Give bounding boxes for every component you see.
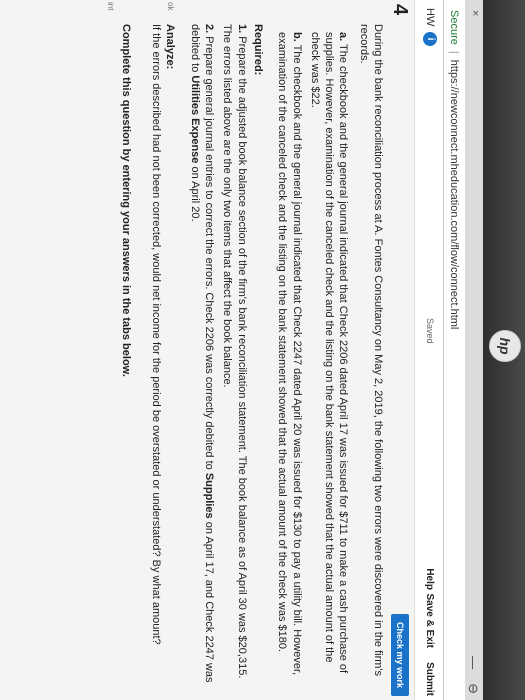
- check-my-work-button[interactable]: Check my work: [391, 613, 409, 696]
- url-separator: |: [448, 50, 461, 54]
- submit-button[interactable]: Submit: [424, 662, 435, 696]
- url-text[interactable]: https://newconnect.mheducation.com/flow/…: [449, 60, 461, 330]
- info-icon[interactable]: i: [423, 32, 437, 46]
- address-bar[interactable]: Secure | https://newconnect.mheducation.…: [443, 0, 465, 700]
- analyze-text: If the errors described had not been cor…: [150, 24, 163, 645]
- hp-logo: hp: [489, 330, 521, 362]
- minimize-icon[interactable]: —: [465, 656, 481, 669]
- rail-text-ok: ok: [166, 2, 175, 11]
- error-item-a: a. The checkbook and the general journal…: [308, 32, 351, 684]
- laptop-bezel: hp: [483, 0, 525, 700]
- profile-icon[interactable]: ⊖: [465, 683, 481, 694]
- required-label: 2.: [203, 24, 216, 34]
- required-heading: Required:: [251, 24, 264, 76]
- rail-text-int: int: [106, 2, 115, 11]
- required-text: on April 20.: [188, 163, 201, 222]
- error-label: b.: [290, 32, 303, 42]
- saved-status: Saved: [425, 318, 435, 344]
- assignment-title: HW: [424, 8, 436, 27]
- account-supplies: Supplies: [203, 472, 216, 519]
- account-utilities-expense: Utilities Expense: [188, 75, 201, 164]
- secure-label: Secure: [448, 10, 461, 45]
- error-item-b: b. The checkbook and the general journal…: [275, 32, 304, 684]
- error-text: The checkbook and the general journal in…: [276, 32, 303, 676]
- window-controls: — ⊖: [465, 656, 481, 694]
- required-item-1: 1. Prepare the adjusted book balance sec…: [220, 24, 249, 684]
- app-header: HW i Saved Help Save & Exit Submit: [414, 0, 443, 700]
- save-exit-button[interactable]: Save & Exit: [424, 594, 435, 648]
- browser-tab-strip: ×: [465, 0, 483, 700]
- complete-instruction: Complete this question by entering your …: [119, 24, 132, 377]
- rotated-screen: hp × — ⊖ Secure | https://newconnect.mhe…: [0, 0, 525, 700]
- error-text: The checkbook and the general journal in…: [308, 32, 350, 674]
- analyze-heading: Analyze:: [164, 24, 177, 70]
- required-label: 1.: [235, 24, 248, 34]
- help-link[interactable]: Help: [424, 568, 435, 590]
- required-item-2: 2. Prepare general journal entries to co…: [187, 24, 216, 684]
- question-intro: During the bank reconciliation process a…: [357, 24, 384, 677]
- error-label: a.: [337, 32, 350, 42]
- left-rail: ok int nces: [0, 0, 375, 22]
- required-text: Prepare general journal entries to corre…: [203, 36, 216, 473]
- required-text: Prepare the adjusted book balance sectio…: [221, 24, 248, 679]
- tab-close-icon[interactable]: ×: [469, 10, 481, 16]
- question-content: During the bank reconciliation process a…: [119, 24, 385, 684]
- question-number: 4: [389, 4, 411, 16]
